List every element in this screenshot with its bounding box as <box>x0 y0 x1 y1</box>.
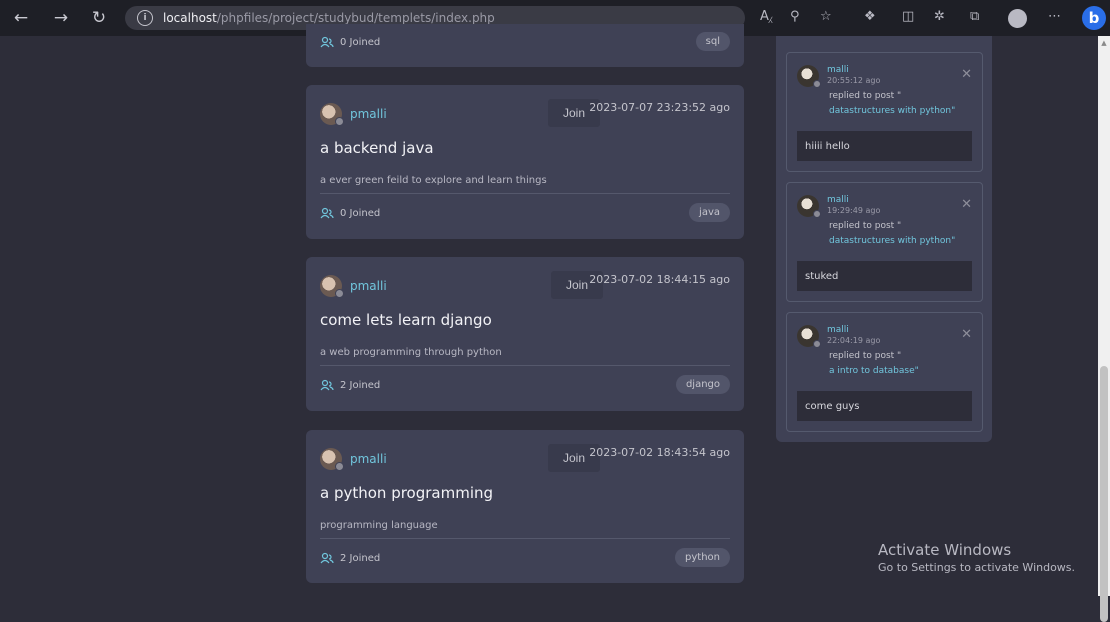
refresh-icon[interactable]: ↻ <box>88 7 110 29</box>
activity-time: 22:04:19 ago <box>827 336 881 345</box>
topic-tag[interactable]: java <box>689 203 730 222</box>
topic-tag[interactable]: python <box>675 548 730 567</box>
activity-post-link[interactable]: datastructures with python" <box>829 106 955 116</box>
activity-item: malli 19:29:49 ago ✕ replied to post " d… <box>786 182 983 302</box>
activity-time: 20:55:12 ago <box>827 76 881 85</box>
url-host: localhost <box>163 11 217 25</box>
more-menu-icon[interactable]: ⋯ <box>1048 9 1061 24</box>
url-path: /phpfiles/project/studybud/templets/inde… <box>216 11 495 25</box>
room-host[interactable]: pmalli <box>320 448 387 471</box>
windows-activation-watermark: Activate Windows Go to Settings to activ… <box>878 541 1075 574</box>
favorite-star-icon[interactable]: ☆ <box>820 9 832 24</box>
read-aloud-icon[interactable]: A⁁ <box>760 9 772 24</box>
participants-count: 0 Joined <box>320 36 380 48</box>
back-arrow-icon[interactable]: ← <box>10 7 32 29</box>
scroll-up-arrow-icon[interactable]: ▲ <box>1100 40 1108 47</box>
left-background <box>0 36 300 596</box>
joined-label: 2 Joined <box>340 552 381 564</box>
room-description: a ever green feild to explore and learn … <box>320 175 547 186</box>
profile-avatar-icon[interactable] <box>1008 9 1027 28</box>
scrollbar-thumb[interactable] <box>1100 366 1108 622</box>
extensions-icon[interactable]: ❖ <box>864 9 876 24</box>
participants-count: 2 Joined <box>320 379 380 391</box>
room-date: 2023-07-02 18:43:54 ago <box>589 446 730 459</box>
split-screen-icon[interactable]: ◫ <box>902 9 914 24</box>
avatar <box>320 103 344 126</box>
watermark-subtitle: Go to Settings to activate Windows. <box>878 561 1076 574</box>
joined-label: 2 Joined <box>340 379 381 391</box>
room-host[interactable]: pmalli <box>320 103 387 126</box>
participants-count: 2 Joined <box>320 552 380 564</box>
forward-arrow-icon[interactable]: → <box>50 7 72 29</box>
activity-action: replied to post " <box>829 351 902 361</box>
activity-item: malli 22:04:19 ago ✕ replied to post " a… <box>786 312 983 432</box>
activity-message: come guys <box>797 391 972 421</box>
room-card: pmalli Join 2023-07-07 23:23:52 ago a ba… <box>306 85 744 239</box>
room-card: pmalli Join 2023-07-02 18:43:54 ago a py… <box>306 430 744 583</box>
activity-user[interactable]: malli <box>827 195 880 206</box>
activity-user[interactable]: malli <box>827 65 880 76</box>
divider <box>320 193 730 194</box>
activity-panel: malli 20:55:12 ago ✕ replied to post " d… <box>776 36 992 442</box>
participants-count: 0 Joined <box>320 207 380 219</box>
room-card: 0 Joined sql <box>306 24 744 67</box>
room-title[interactable]: a python programming <box>320 484 493 502</box>
avatar <box>797 325 821 348</box>
host-name[interactable]: pmalli <box>350 452 387 466</box>
room-card: pmalli Join 2023-07-02 18:44:15 ago come… <box>306 257 744 411</box>
close-icon[interactable]: ✕ <box>961 197 972 212</box>
room-date: 2023-07-07 23:23:52 ago <box>589 101 730 114</box>
room-title[interactable]: come lets learn django <box>320 311 492 329</box>
activity-action: replied to post " <box>829 91 902 101</box>
topic-tag[interactable]: sql <box>695 32 730 51</box>
joined-label: 0 Joined <box>340 36 381 48</box>
people-icon <box>320 207 334 219</box>
site-info-icon[interactable]: i <box>137 10 153 26</box>
room-description: programming language <box>320 520 438 531</box>
room-description: a web programming through python <box>320 347 502 358</box>
activity-message: stuked <box>797 261 972 291</box>
activity-message: hiiii hello <box>797 131 972 161</box>
activity-user[interactable]: malli <box>827 325 880 336</box>
activity-time: 19:29:49 ago <box>827 206 881 215</box>
topic-tag[interactable]: django <box>675 375 730 394</box>
room-host[interactable]: pmalli <box>320 275 387 298</box>
avatar <box>320 448 344 471</box>
avatar <box>797 65 821 88</box>
activity-post-link[interactable]: a intro to database" <box>829 366 919 376</box>
activity-post-link[interactable]: datastructures with python" <box>829 236 955 246</box>
people-icon <box>320 36 334 48</box>
host-name[interactable]: pmalli <box>350 279 387 293</box>
people-icon <box>320 552 334 564</box>
room-title[interactable]: a backend java <box>320 139 434 157</box>
collections-icon[interactable]: ⧉ <box>970 9 979 24</box>
avatar <box>797 195 821 218</box>
bing-copilot-icon[interactable]: b <box>1082 6 1106 30</box>
joined-label: 0 Joined <box>340 207 381 219</box>
close-icon[interactable]: ✕ <box>961 67 972 82</box>
divider <box>320 538 730 539</box>
host-name[interactable]: pmalli <box>350 107 387 121</box>
favorites-list-icon[interactable]: ✲ <box>934 9 945 24</box>
close-icon[interactable]: ✕ <box>961 327 972 342</box>
watermark-title: Activate Windows <box>878 541 1012 559</box>
divider <box>320 365 730 366</box>
room-date: 2023-07-02 18:44:15 ago <box>589 273 730 286</box>
zoom-icon[interactable]: ⚲ <box>790 9 800 24</box>
people-icon <box>320 379 334 391</box>
activity-action: replied to post " <box>829 221 902 231</box>
page-scrollbar[interactable]: ▲ <box>1098 36 1110 622</box>
avatar <box>320 275 344 298</box>
activity-item: malli 20:55:12 ago ✕ replied to post " d… <box>786 52 983 172</box>
